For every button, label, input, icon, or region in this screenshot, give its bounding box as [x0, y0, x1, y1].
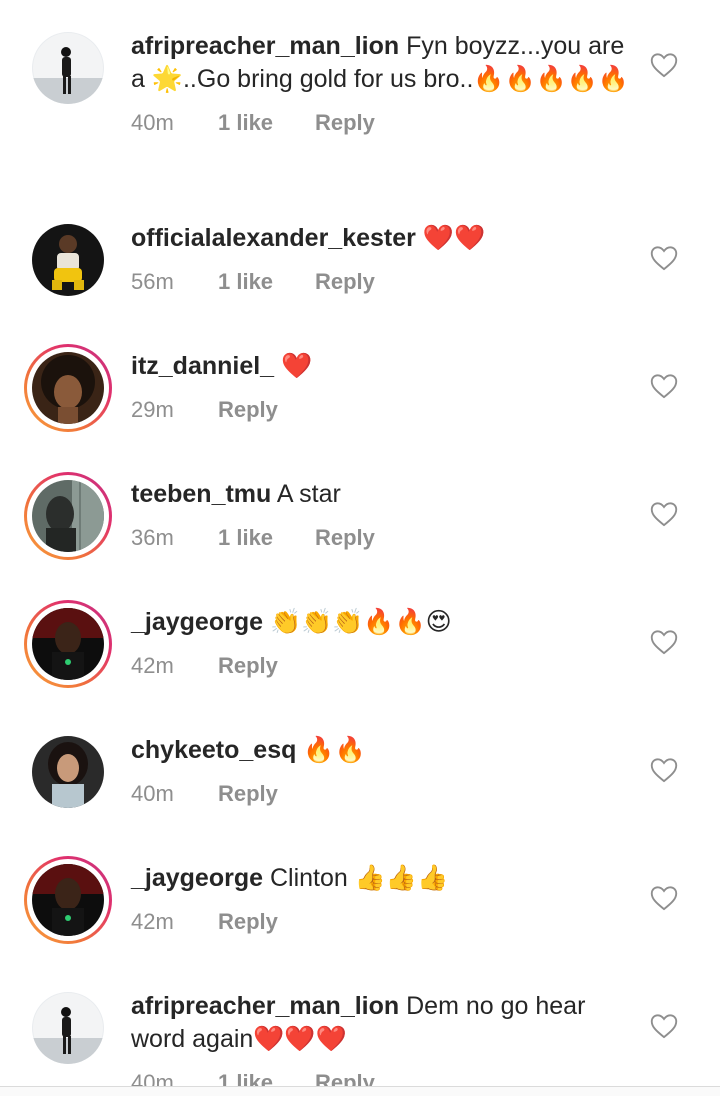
bottom-divider	[0, 1086, 720, 1096]
reply-button[interactable]: Reply	[315, 523, 375, 553]
comment-meta: 40m 1 like Reply	[131, 108, 631, 138]
comment-text: A star	[276, 480, 341, 508]
person-window-avatar-icon	[32, 480, 104, 552]
reply-button[interactable]: Reply	[315, 108, 375, 138]
comment-likes[interactable]: 1 like	[218, 523, 315, 553]
comment-time: 56m	[131, 269, 174, 294]
reply-button[interactable]: Reply	[218, 907, 278, 937]
comment-time: 42m	[131, 653, 174, 678]
avatar[interactable]	[32, 736, 104, 808]
like-heart-icon[interactable]	[650, 52, 678, 78]
comment-username[interactable]: afripreacher_man_lion	[131, 992, 399, 1020]
comment-text: Clinton 👍👍👍	[269, 864, 449, 892]
comment-meta: 42m Reply	[131, 907, 631, 937]
comment-username[interactable]: chykeeto_esq	[131, 736, 296, 764]
comment-text: 🔥🔥	[303, 736, 366, 764]
comment-username[interactable]: teeben_tmu	[131, 480, 271, 508]
avatar-story-ring[interactable]	[24, 472, 112, 560]
like-heart-icon[interactable]	[650, 245, 678, 271]
reply-button[interactable]: Reply	[315, 267, 375, 297]
comment-likes[interactable]: 1 like	[218, 267, 315, 297]
avatar[interactable]	[32, 224, 104, 296]
like-heart-icon[interactable]	[650, 885, 678, 911]
man-standing-avatar-icon	[32, 992, 104, 1064]
comments-feed: afripreacher_man_lion Fyn boyzz...you ar…	[0, 0, 720, 1096]
comment-time: 42m	[131, 909, 174, 934]
comment-username[interactable]: itz_danniel_	[131, 352, 274, 380]
comment-meta: 36m 1 like Reply	[131, 523, 631, 553]
avatar-story-ring[interactable]	[24, 600, 112, 688]
man-yellow-outfit-avatar-icon	[32, 224, 104, 296]
comment-time: 40m	[131, 781, 174, 806]
reply-button[interactable]: Reply	[218, 779, 278, 809]
woman-red-light-avatar-icon	[32, 864, 104, 936]
comment-meta: 40m Reply	[131, 779, 631, 809]
avatar[interactable]	[32, 992, 104, 1064]
woman-red-light-avatar-icon	[32, 608, 104, 680]
comment-text: 👏👏👏🔥🔥😍	[269, 608, 452, 636]
comment-meta: 42m Reply	[131, 651, 631, 681]
like-heart-icon[interactable]	[650, 373, 678, 399]
comment-meta: 29m Reply	[131, 395, 631, 425]
reply-button[interactable]: Reply	[218, 651, 278, 681]
comment-username[interactable]: officialalexander_kester	[131, 224, 416, 252]
comment-username[interactable]: afripreacher_man_lion	[131, 32, 399, 60]
avatar-story-ring[interactable]	[24, 344, 112, 432]
comment-username[interactable]: _jaygeorge	[131, 608, 263, 636]
comment-meta: 56m 1 like Reply	[131, 267, 631, 297]
like-heart-icon[interactable]	[650, 757, 678, 783]
comment-time: 29m	[131, 397, 174, 422]
reply-button[interactable]: Reply	[218, 395, 278, 425]
like-heart-icon[interactable]	[650, 1013, 678, 1039]
avatar[interactable]	[32, 32, 104, 104]
avatar-story-ring[interactable]	[24, 856, 112, 944]
comment-username[interactable]: _jaygeorge	[131, 864, 263, 892]
comment-text: ❤️	[281, 352, 313, 380]
woman-afro-avatar-icon	[32, 352, 104, 424]
like-heart-icon[interactable]	[650, 629, 678, 655]
comment-time: 36m	[131, 525, 174, 550]
comment-likes[interactable]: 1 like	[218, 108, 315, 138]
comment-text: ❤️❤️	[422, 224, 486, 252]
comment-time: 40m	[131, 110, 174, 135]
man-standing-avatar-icon	[32, 32, 104, 104]
like-heart-icon[interactable]	[650, 501, 678, 527]
woman-portrait-avatar-icon	[32, 736, 104, 808]
